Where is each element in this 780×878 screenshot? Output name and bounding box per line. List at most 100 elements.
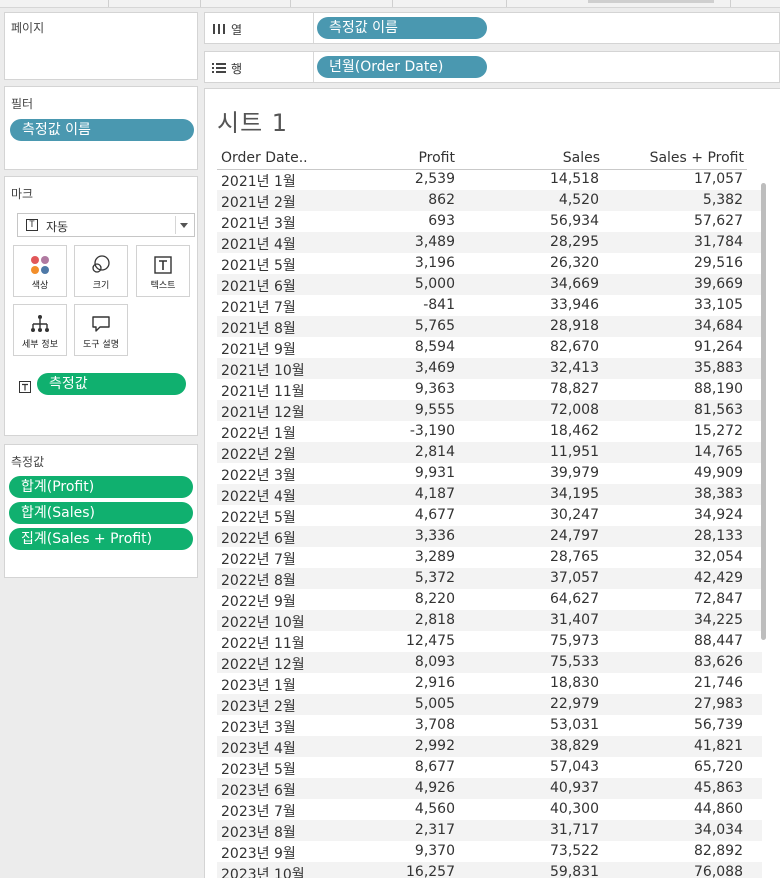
marks-card[interactable]: 마크 T 자동 색상 크기 텍스트 세부 정보 도구 설명 측정값 [4,176,198,436]
pages-card[interactable]: 페이지 [4,12,198,80]
cell-order-date: 2022년 5월 [221,510,296,526]
table-row[interactable]: 2022년 12월 8,093 75,533 83,626 [217,652,762,673]
table-row[interactable]: 2022년 2월 2,814 11,951 14,765 [217,442,762,463]
filters-card[interactable]: 필터 측정값 이름 [4,86,198,170]
cell-order-date: 2023년 1월 [221,678,296,694]
table-row[interactable]: 2023년 5월 8,677 57,043 65,720 [217,757,762,778]
cell-sales: 14,518 [550,171,599,187]
dropdown-divider [175,216,176,234]
measure-values-card[interactable]: 측정값 합계(Profit) 합계(Sales) 집계(Sales + Prof… [4,444,198,578]
columns-shelf[interactable]: 열 측정값 이름 [204,12,780,44]
header-sales[interactable]: Sales [563,150,600,166]
detail-button[interactable]: 세부 정보 [13,304,67,356]
tooltip-bubble-icon [75,313,127,335]
cell-sales: 53,031 [550,717,599,733]
toolbar-tab[interactable] [588,0,714,3]
cell-order-date: 2023년 3월 [221,720,296,736]
table-row[interactable]: 2021년 10월 3,469 32,413 35,883 [217,358,762,379]
cell-sales: 31,407 [550,612,599,628]
cell-order-date: 2023년 6월 [221,783,296,799]
table-row[interactable]: 2022년 9월 8,220 64,627 72,847 [217,589,762,610]
measure-pill-profit[interactable]: 합계(Profit) [9,476,193,498]
header-order-date[interactable]: Order Date.. [221,150,308,166]
table-row[interactable]: 2021년 5월 3,196 26,320 29,516 [217,253,762,274]
cell-order-date: 2022년 1월 [221,426,296,442]
columns-pill-measure-names[interactable]: 측정값 이름 [317,17,487,39]
measure-pill-sales-plus-profit[interactable]: 집계(Sales + Profit) [9,528,193,550]
table-row[interactable]: 2022년 6월 3,336 24,797 28,133 [217,526,762,547]
cell-sales: 64,627 [550,591,599,607]
header-profit[interactable]: Profit [418,150,455,166]
cell-sales-plus-profit: 42,429 [694,570,743,586]
table-row[interactable]: 2021년 2월 862 4,520 5,382 [217,190,762,211]
table-row[interactable]: 2022년 4월 4,187 34,195 38,383 [217,484,762,505]
table-row[interactable]: 2022년 8월 5,372 37,057 42,429 [217,568,762,589]
table-row[interactable]: 2021년 1월 2,539 14,518 17,057 [217,169,762,190]
table-row[interactable]: 2021년 7월 -841 33,946 33,105 [217,295,762,316]
cell-profit: 5,000 [414,276,455,292]
vertical-scrollbar[interactable] [761,183,766,640]
cell-sales: 18,830 [550,675,599,691]
table-row[interactable]: 2023년 4월 2,992 38,829 41,821 [217,736,762,757]
cell-sales-plus-profit: 27,983 [694,696,743,712]
cell-profit: 2,818 [414,612,455,628]
table-row[interactable]: 2023년 2월 5,005 22,979 27,983 [217,694,762,715]
cell-profit: -841 [423,297,455,313]
cell-sales: 57,043 [550,759,599,775]
cell-order-date: 2023년 4월 [221,741,296,757]
rows-pill-order-date[interactable]: 년월(Order Date) [317,56,487,78]
cell-order-date: 2021년 4월 [221,237,296,253]
table-row[interactable]: 2023년 9월 9,370 73,522 82,892 [217,841,762,862]
table-row[interactable]: 2021년 11월 9,363 78,827 88,190 [217,379,762,400]
text-button[interactable]: 텍스트 [136,245,190,297]
table-row[interactable]: 2021년 6월 5,000 34,669 39,669 [217,274,762,295]
cell-profit: 2,992 [414,738,455,754]
table-row[interactable]: 2022년 11월 12,475 75,973 88,447 [217,631,762,652]
rows-shelf[interactable]: 행 년월(Order Date) [204,51,780,83]
table-row[interactable]: 2023년 10월 16,257 59,831 76,088 [217,862,762,878]
table-row[interactable]: 2023년 8월 2,317 31,717 34,034 [217,820,762,841]
cell-sales: 72,008 [550,402,599,418]
cell-profit: 3,708 [414,717,455,733]
cell-sales-plus-profit: 17,057 [694,171,743,187]
table-row[interactable]: 2021년 4월 3,489 28,295 31,784 [217,232,762,253]
color-button[interactable]: 색상 [13,245,67,297]
cell-sales-plus-profit: 72,847 [694,591,743,607]
toolbar-divider [506,0,507,7]
marks-text-pill-measure-values[interactable]: 측정값 [37,373,186,395]
table-row[interactable]: 2021년 8월 5,765 28,918 34,684 [217,316,762,337]
worksheet-view[interactable]: 시트 1 Order Date.. Profit Sales Sales + Prof… [204,88,780,878]
measure-pill-sales[interactable]: 합계(Sales) [9,502,193,524]
toolbar-divider [290,0,291,7]
tooltip-button[interactable]: 도구 설명 [74,304,128,356]
table-header: Order Date.. Profit Sales Sales + Profit [217,147,747,170]
table-row[interactable]: 2023년 6월 4,926 40,937 45,863 [217,778,762,799]
cell-sales: 78,827 [550,381,599,397]
table-row[interactable]: 2021년 3월 693 56,934 57,627 [217,211,762,232]
cell-sales-plus-profit: 14,765 [694,444,743,460]
size-button[interactable]: 크기 [74,245,128,297]
cell-profit: 3,336 [414,528,455,544]
table-row[interactable]: 2023년 1월 2,916 18,830 21,746 [217,673,762,694]
table-row[interactable]: 2023년 7월 4,560 40,300 44,860 [217,799,762,820]
table-row[interactable]: 2022년 5월 4,677 30,247 34,924 [217,505,762,526]
header-sales-plus-profit[interactable]: Sales + Profit [650,150,744,166]
cell-sales: 11,951 [550,444,599,460]
table-row[interactable]: 2023년 3월 3,708 53,031 56,739 [217,715,762,736]
cell-sales-plus-profit: 88,447 [694,633,743,649]
mark-type-dropdown[interactable]: T 자동 [17,213,195,237]
chevron-down-icon[interactable] [180,223,188,228]
table-row[interactable]: 2022년 7월 3,289 28,765 32,054 [217,547,762,568]
table-row[interactable]: 2022년 1월 -3,190 18,462 15,272 [217,421,762,442]
cell-sales: 30,247 [550,507,599,523]
cell-sales-plus-profit: 38,383 [694,486,743,502]
cell-sales-plus-profit: 34,924 [694,507,743,523]
table-row[interactable]: 2022년 3월 9,931 39,979 49,909 [217,463,762,484]
cell-order-date: 2022년 7월 [221,552,296,568]
filter-pill-measure-names[interactable]: 측정값 이름 [10,119,194,141]
text-mark-icon: T [26,219,38,231]
detail-button-label: 세부 정보 [22,340,58,350]
table-row[interactable]: 2021년 12월 9,555 72,008 81,563 [217,400,762,421]
table-row[interactable]: 2022년 10월 2,818 31,407 34,225 [217,610,762,631]
table-row[interactable]: 2021년 9월 8,594 82,670 91,264 [217,337,762,358]
